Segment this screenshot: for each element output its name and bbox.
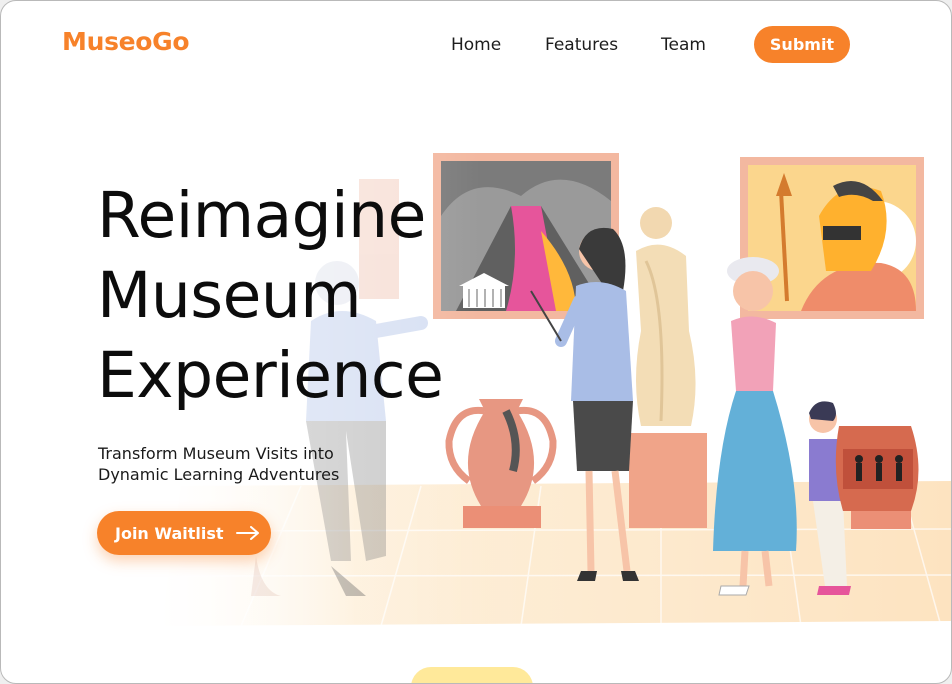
hero-title-line: Reimagine xyxy=(97,179,426,252)
submit-button[interactable]: Submit xyxy=(754,26,850,63)
hero-title-line: Experience xyxy=(97,339,444,412)
hero-title: Reimagine Museum Experience xyxy=(97,176,444,416)
hero-title-line: Museum xyxy=(97,259,362,332)
hero-subtitle-line: Transform Museum Visits into xyxy=(98,444,334,463)
statue xyxy=(629,207,707,528)
scroll-section-pill[interactable] xyxy=(411,667,533,683)
nav-link-home[interactable]: Home xyxy=(451,35,501,55)
arrow-right-icon xyxy=(235,526,259,540)
join-waitlist-label: Join Waitlist xyxy=(115,523,224,543)
top-navigation: MuseoGo Home Features Team Submit xyxy=(1,1,951,91)
hero-subtitle-line: Dynamic Learning Adventures xyxy=(98,465,340,484)
logo[interactable]: MuseoGo xyxy=(62,27,190,56)
join-waitlist-button[interactable]: Join Waitlist xyxy=(97,511,271,555)
nav-link-team[interactable]: Team xyxy=(661,35,706,55)
hero-subtitle: Transform Museum Visits into Dynamic Lea… xyxy=(98,443,339,485)
browser-window: MuseoGo Home Features Team Submit Reimag… xyxy=(0,0,952,684)
hero-section: Reimagine Museum Experience xyxy=(97,176,444,416)
nav-link-features[interactable]: Features xyxy=(545,35,618,55)
